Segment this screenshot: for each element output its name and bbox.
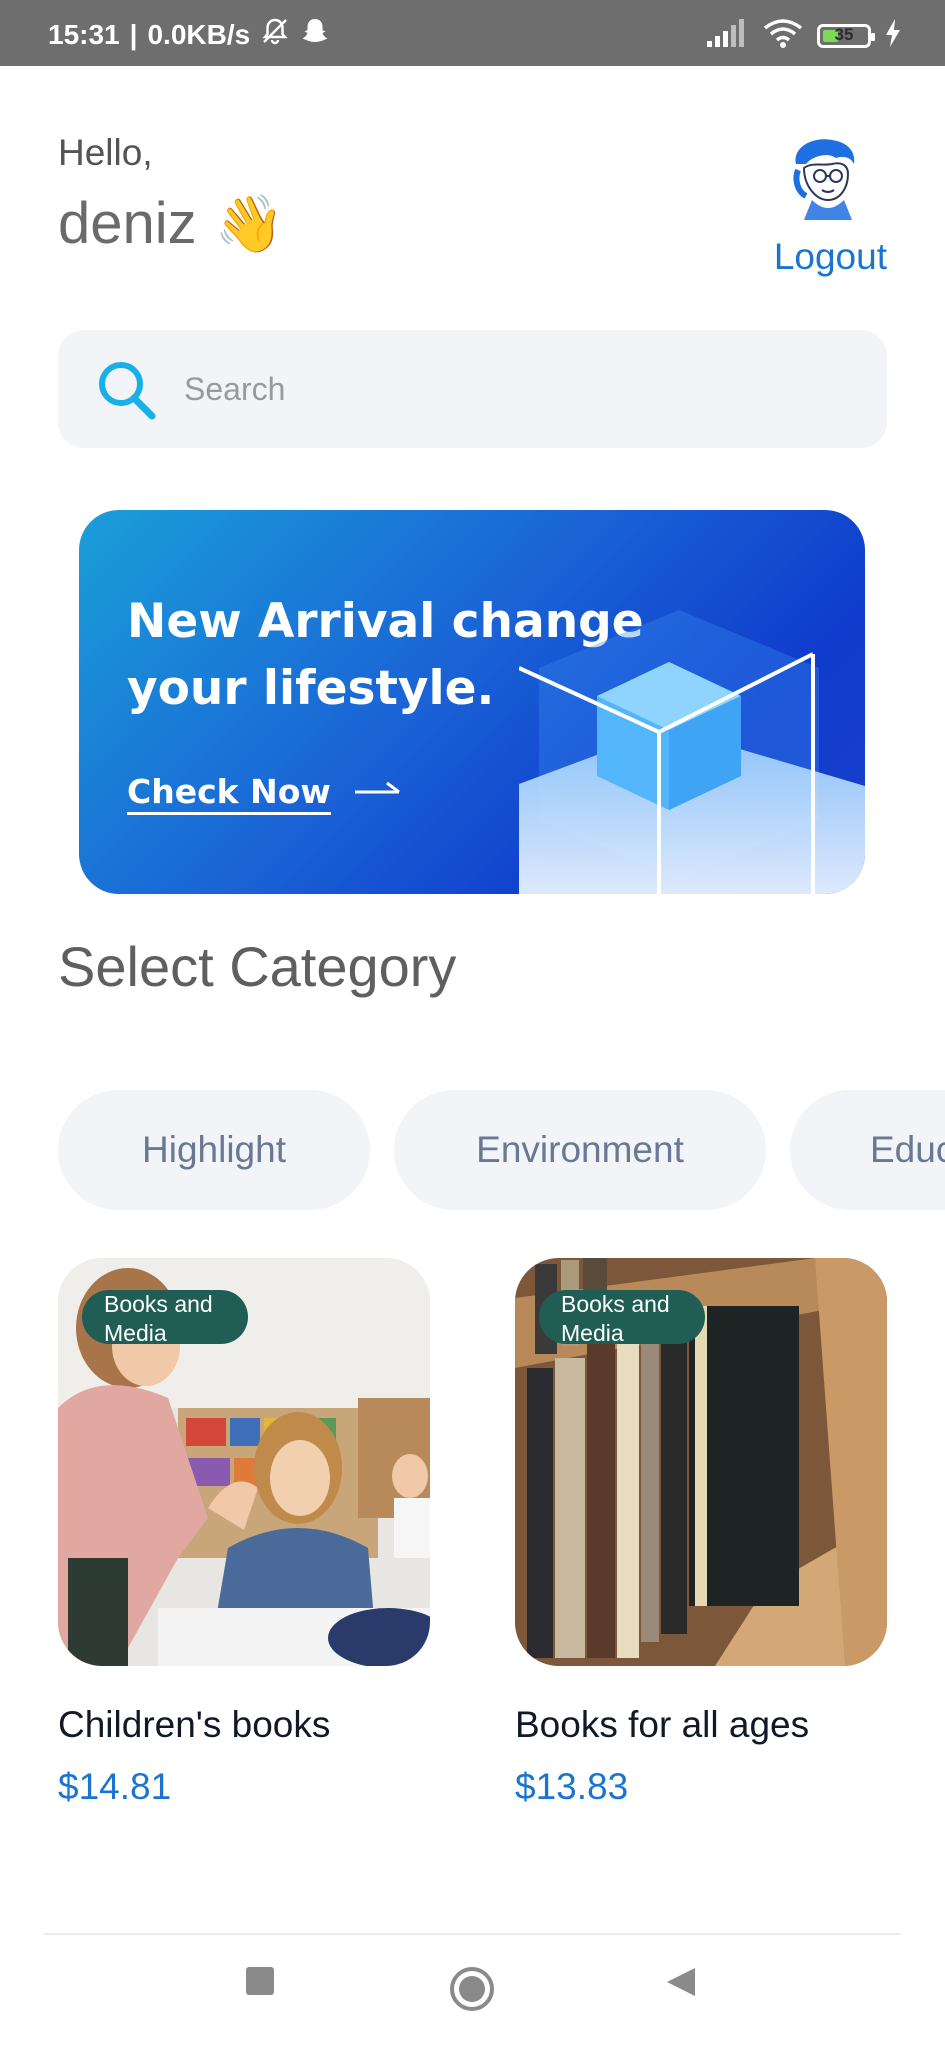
product-card[interactable]: Books and Media Children's books $14.81	[58, 1258, 430, 1808]
search-bar[interactable]	[58, 330, 887, 448]
battery-level: 35	[834, 24, 854, 44]
product-price: $14.81	[58, 1766, 172, 1807]
charging-icon	[885, 19, 901, 52]
promo-banner[interactable]: New Arrival change your lifestyle. Check…	[79, 510, 865, 894]
home-icon[interactable]	[449, 1966, 495, 2017]
signal-icon	[707, 19, 749, 52]
product-card[interactable]: Books and Media Books for all ages $13.8…	[515, 1258, 887, 1808]
avatar[interactable]	[782, 134, 868, 220]
username-row: deniz 👋	[58, 190, 284, 257]
category-badge: Books and Media	[539, 1290, 705, 1344]
check-now-link[interactable]: Check Now	[127, 772, 403, 815]
wifi-icon	[763, 18, 803, 53]
product-price: $13.83	[515, 1766, 629, 1807]
greeting-text: Hello,	[58, 132, 153, 173]
battery-icon: 35	[817, 23, 875, 48]
recent-apps-icon[interactable]	[245, 1966, 275, 2001]
chip-education[interactable]: Educ	[790, 1090, 945, 1210]
back-icon[interactable]	[665, 1966, 697, 2003]
product-image[interactable]: Books and Media	[58, 1258, 430, 1666]
search-input[interactable]	[182, 369, 786, 409]
battery-nub	[871, 32, 875, 41]
chip-highlight[interactable]: Highlight	[58, 1090, 370, 1210]
status-bar: 15:31 | 0.0KB/s 35	[0, 0, 945, 66]
snapchat-icon	[300, 16, 330, 53]
status-speed: 0.0KB/s	[147, 18, 251, 50]
nav-divider	[44, 1933, 901, 1935]
status-right: 35	[707, 18, 901, 53]
category-badge: Books and Media	[82, 1290, 248, 1344]
bell-muted-icon	[260, 16, 290, 53]
product-title[interactable]: Books for all ages	[515, 1704, 887, 1746]
status-separator: |	[129, 18, 138, 50]
product-image[interactable]: Books and Media	[515, 1258, 887, 1666]
product-title[interactable]: Children's books	[58, 1704, 430, 1746]
category-chips: HighlightEnvironmentEduc	[58, 1090, 945, 1210]
search-icon	[94, 357, 158, 421]
status-left: 15:31 | 0.0KB/s	[48, 16, 330, 53]
arrow-right-icon	[353, 774, 403, 813]
status-time: 15:31	[48, 18, 120, 50]
check-now-label: Check Now	[127, 772, 331, 815]
logout-button[interactable]: Logout	[774, 236, 887, 278]
waving-hand-icon: 👋	[214, 191, 285, 255]
system-nav-bar	[0, 1936, 945, 2048]
chip-environment[interactable]: Environment	[394, 1090, 766, 1210]
username: deniz	[58, 191, 197, 256]
select-category-heading: Select Category	[58, 935, 457, 998]
cube-illustration	[518, 610, 865, 894]
